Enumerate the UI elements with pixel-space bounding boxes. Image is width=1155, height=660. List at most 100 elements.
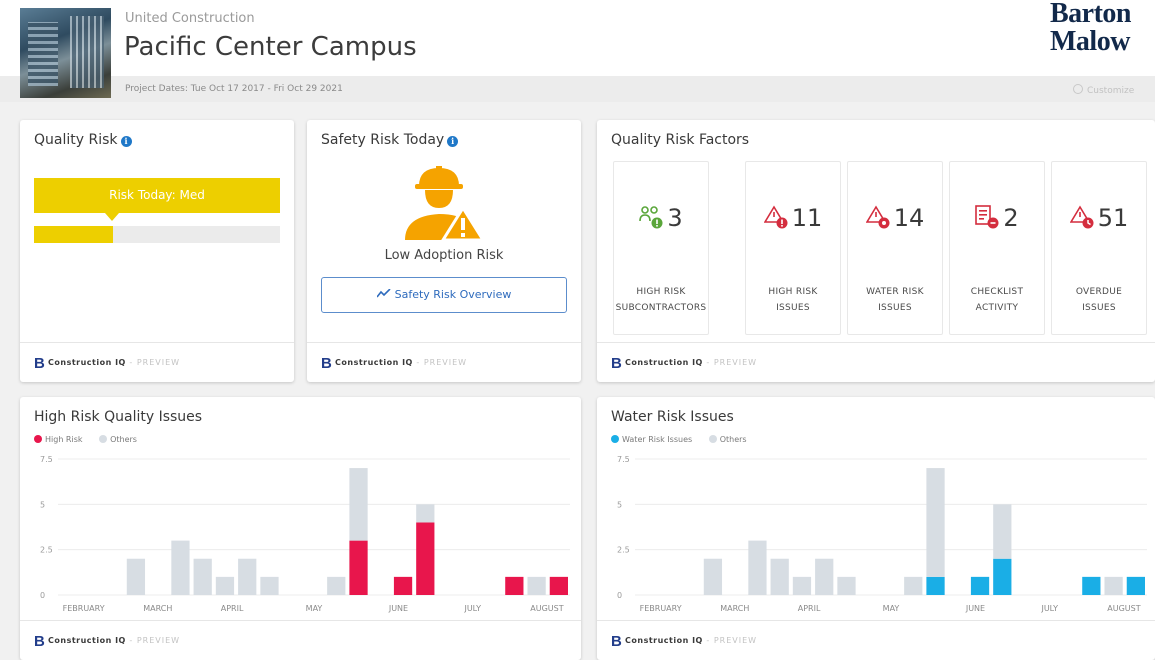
bar-highlight[interactable] [393,576,413,595]
quality-risk-card: Quality Risk i Risk Today: Med B Construc… [20,120,294,382]
factor-high-risk-subcontractors[interactable]: 3 HIGH RISK SUBCONTRACTORS [613,161,709,335]
water-risk-issues-card: Water Risk Issues Water Risk Issues Othe… [597,397,1155,660]
subcontractors-icon [639,206,663,229]
bar-other[interactable] [416,504,435,523]
barton-malow-logo: Barton Malow [1050,0,1132,57]
chart-legend: Water Risk Issues Others [611,435,747,444]
bar-other[interactable] [327,576,346,595]
legend-swatch-water-risk [611,435,619,443]
x-tick-label: MAY [883,604,900,613]
x-tick-label: MARCH [720,604,749,613]
x-tick-label: AUGUST [530,604,563,613]
bar-highlight[interactable] [1082,576,1101,595]
overdue-icon [1069,205,1094,229]
bar-highlight[interactable] [1126,576,1145,595]
card-footer: B Construction IQ - PREVIEW [597,342,1155,382]
chart-legend: High Risk Others [34,435,137,444]
bar-other[interactable] [126,558,146,595]
construction-iq-label: Construction IQ - PREVIEW [625,358,758,367]
bar-other[interactable] [703,558,723,595]
construction-iq-logo: B [34,355,45,372]
x-tick-label: JUNE [388,604,408,613]
card-footer: B Construction IQ - PREVIEW [20,342,294,382]
bar-highlight[interactable] [416,522,435,595]
legend-swatch-others [99,435,108,443]
high-risk-issue-icon [763,205,788,229]
x-tick-label: FEBRUARY [63,604,105,613]
x-tick-label: JUNE [965,604,985,613]
bar-other[interactable] [215,576,235,595]
project-dates: Project Dates: Tue Oct 17 2017 - Fri Oct… [125,84,343,94]
bar-other[interactable] [193,558,212,595]
company-name: United Construction [125,11,255,26]
bar-other[interactable] [171,540,190,595]
water-risk-icon [865,205,890,229]
bar-other[interactable] [792,576,812,595]
customize-button[interactable]: Customize [1073,84,1134,96]
bar-highlight[interactable] [505,576,524,595]
risk-pointer [105,213,119,221]
card-footer: B Construction IQ - PREVIEW [20,620,581,660]
x-tick-label: JULY [463,604,481,613]
bar-other[interactable] [837,576,856,595]
factor-overdue-issues[interactable]: 51 OVERDUE ISSUES [1051,161,1147,335]
bar-other[interactable] [238,558,257,595]
risk-level-fill [34,226,113,243]
checklist-icon [975,205,999,229]
project-header: United Construction Pacific Center Campu… [0,0,1155,98]
x-tick-label: MAY [306,604,323,613]
legend-swatch-others [708,435,717,443]
bar-other[interactable] [748,540,767,595]
chart-title: Water Risk Issues [611,409,734,425]
construction-iq-logo: B [34,633,45,650]
construction-iq-logo: B [611,355,622,372]
card-title: Quality Risk Factors [611,132,750,148]
factor-checklist-activity[interactable]: 2 CHECKLIST ACTIVITY [949,161,1045,335]
y-tick-label: 2.5 [617,546,630,555]
bar-other[interactable] [1104,576,1123,595]
construction-iq-label: Construction IQ - PREVIEW [48,358,181,367]
bar-highlight[interactable] [349,540,368,595]
factor-water-risk-issues[interactable]: 14 WATER RISK ISSUES [847,161,943,335]
project-thumbnail-image[interactable] [20,8,111,98]
y-tick-label: 7.5 [617,455,630,464]
y-tick-label: 7.5 [40,455,53,464]
bar-highlight[interactable] [993,558,1012,595]
construction-iq-logo: B [611,633,622,650]
card-title: Safety Risk Today i [321,132,459,148]
high-risk-quality-issues-card: High Risk Quality Issues High Risk Other… [20,397,581,660]
gear-icon [1073,84,1083,94]
bar-other[interactable] [349,468,368,541]
y-tick-label: 5 [617,500,622,509]
card-footer: B Construction IQ - PREVIEW [307,342,581,382]
y-tick-label: 5 [40,500,45,509]
x-tick-label: AUGUST [1107,604,1140,613]
card-title: Quality Risk i [34,132,132,148]
x-tick-label: MARCH [143,604,172,613]
bar-other[interactable] [527,576,546,595]
factor-high-risk-issues[interactable]: 11 HIGH RISK ISSUES [745,161,841,335]
bar-other[interactable] [993,504,1012,559]
info-icon[interactable]: i [447,136,459,147]
bar-other[interactable] [815,558,834,595]
bar-other[interactable] [926,468,945,577]
chart-title: High Risk Quality Issues [34,409,203,425]
construction-iq-label: Construction IQ - PREVIEW [48,636,181,645]
bar-highlight[interactable] [549,576,568,595]
bar-highlight[interactable] [926,576,945,595]
quality-risk-factors-card: Quality Risk Factors 3 HIGH RISK SUBCONTR… [597,120,1155,382]
bar-other[interactable] [260,576,279,595]
worker-warning-icon [405,166,483,242]
bar-chart: 7.5 5 2.5 0 FEBRUARY MARCH APRIL MAY JUNE JULY AUG… [40,455,570,613]
bar-chart: 7.5 5 2.5 0 FEBRUARY MARCH APRIL MAY JUNE JULY AUG… [617,455,1147,613]
bar-other[interactable] [770,558,789,595]
risk-level-track [34,226,280,243]
bar-highlight[interactable] [970,576,990,595]
x-tick-label: APRIL [221,604,244,613]
safety-risk-overview-button[interactable]: Safety Risk Overview [321,277,567,313]
risk-today-badge: Risk Today: Med [34,178,280,213]
info-icon[interactable]: i [120,136,132,147]
bar-other[interactable] [904,576,923,595]
construction-iq-label: Construction IQ - PREVIEW [335,358,468,367]
x-tick-label: JULY [1040,604,1058,613]
